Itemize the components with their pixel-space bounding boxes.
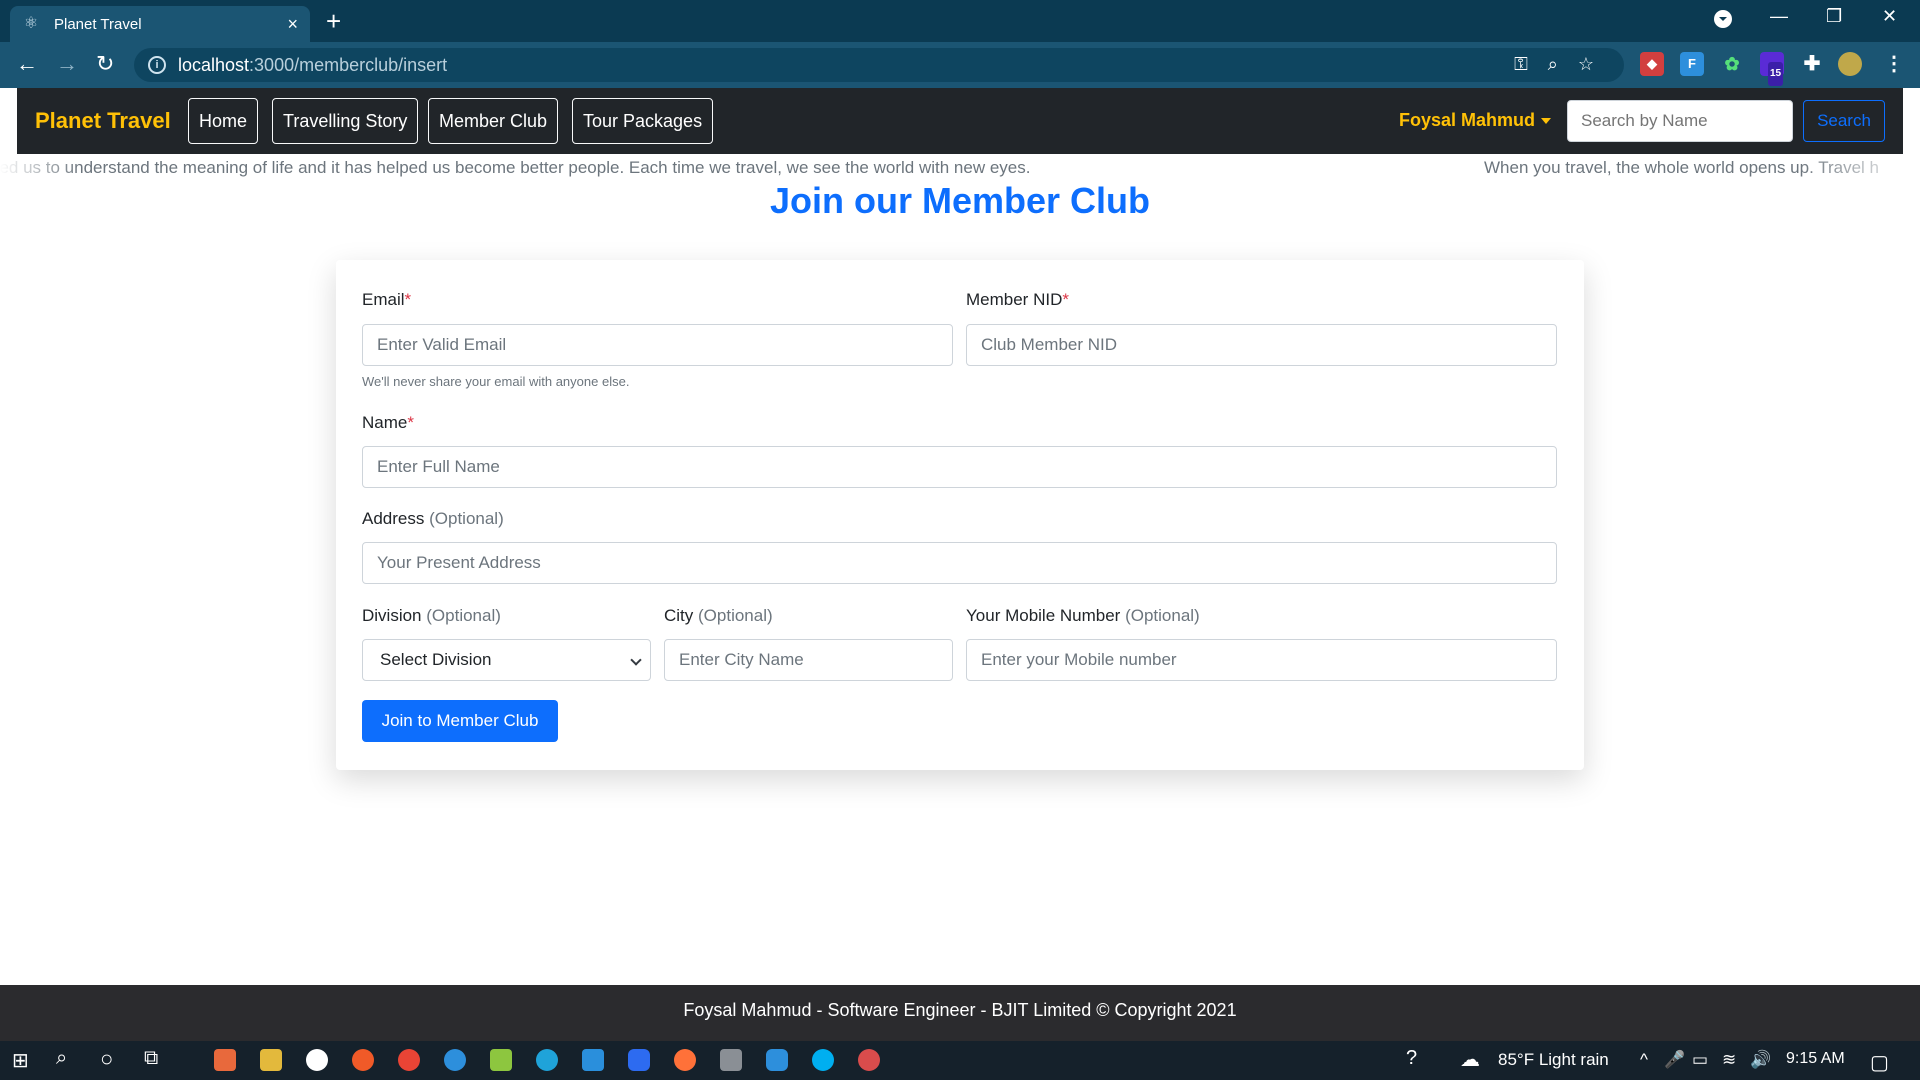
nav-tour-packages[interactable]: Tour Packages xyxy=(572,98,714,144)
url-host: localhost xyxy=(178,54,250,75)
extension-badge: 15 xyxy=(1768,62,1784,86)
member-club-form: Email* We'll never share your email with… xyxy=(336,260,1584,770)
tab-close-icon[interactable]: × xyxy=(287,14,298,35)
division-label: Division (Optional) xyxy=(362,606,501,625)
notifications-icon[interactable]: ▢ xyxy=(1870,1050,1889,1075)
forward-arrow-icon[interactable]: → xyxy=(56,52,78,76)
cortana-icon[interactable]: ○ xyxy=(100,1046,113,1072)
battery-icon[interactable]: ▭ xyxy=(1692,1050,1708,1070)
windows-taskbar: ⊞ ⌕ ○ ⧉ ? ☁ 85°F Light rain ^ 🎤 ▭ ≋ 🔊 9:… xyxy=(0,1041,1920,1080)
vscode-icon[interactable] xyxy=(582,1049,604,1071)
postman-icon[interactable] xyxy=(352,1049,374,1071)
firefox-icon[interactable] xyxy=(674,1049,696,1071)
browser-tab[interactable]: ⚛ Planet Travel × xyxy=(10,6,310,42)
user-dropdown[interactable]: Foysal Mahmud xyxy=(1399,110,1552,131)
nid-field[interactable] xyxy=(966,324,1557,366)
app-icon-2[interactable] xyxy=(858,1049,880,1071)
app-navbar: Planet Travel Home Travelling Story Memb… xyxy=(17,88,1903,154)
address-label: Address (Optional) xyxy=(362,509,504,528)
help-icon[interactable]: ? xyxy=(1406,1047,1417,1070)
marquee-text-left: ped us to understand the meaning of life… xyxy=(0,158,1031,177)
microphone-icon[interactable]: 🎤 xyxy=(1664,1050,1685,1070)
weather-text[interactable]: 85°F Light rain xyxy=(1498,1050,1609,1070)
clock-time[interactable]: 9:15 AM xyxy=(1786,1050,1845,1068)
address-field[interactable] xyxy=(362,542,1557,584)
react-favicon-icon: ⚛ xyxy=(23,15,39,32)
city-field[interactable] xyxy=(664,639,953,681)
user-name: Foysal Mahmud xyxy=(1399,110,1536,130)
caret-down-icon xyxy=(1541,118,1552,125)
footer: Foysal Mahmud - Software Engineer - BJIT… xyxy=(0,985,1920,1041)
app-icon-1[interactable] xyxy=(444,1049,466,1071)
division-select[interactable]: Select Division xyxy=(362,639,651,681)
windows-start-icon[interactable]: ⊞ xyxy=(12,1048,29,1073)
address-bar[interactable]: i localhost:3000/memberclub/insert ⚿ ⌕ ☆ xyxy=(134,48,1624,82)
browser-toolbar: ← → ↻ i localhost:3000/memberclub/insert… xyxy=(0,42,1920,88)
chat-icon[interactable] xyxy=(766,1049,788,1071)
notepad-icon[interactable] xyxy=(490,1049,512,1071)
calculator-icon[interactable] xyxy=(720,1049,742,1071)
extension-badge-icon[interactable]: 15 xyxy=(1760,52,1784,86)
profile-avatar[interactable] xyxy=(1838,52,1862,76)
extension-icon-2[interactable]: F xyxy=(1680,52,1704,76)
email-help-text: We'll never share your email with anyone… xyxy=(362,374,630,389)
volume-icon[interactable]: 🔊 xyxy=(1750,1050,1771,1070)
email-field[interactable] xyxy=(362,324,953,366)
nav-member-club[interactable]: Member Club xyxy=(428,98,559,144)
new-tab-button[interactable]: + xyxy=(326,6,341,36)
search-icon[interactable]: ⌕ xyxy=(56,1047,67,1070)
tab-title: Planet Travel xyxy=(54,15,142,33)
page-title: Join our Member Club xyxy=(769,180,1151,221)
file-explorer-icon[interactable] xyxy=(260,1049,282,1071)
bookmark-star-icon[interactable]: ☆ xyxy=(1578,54,1594,75)
puzzle-extensions-icon[interactable]: ✚ xyxy=(1800,52,1824,76)
back-arrow-icon[interactable]: ← xyxy=(16,52,38,76)
chevron-down-icon xyxy=(630,654,642,666)
email-label: Email* xyxy=(362,290,412,309)
quote-marquee: ped us to understand the meaning of life… xyxy=(0,156,1920,180)
zoom-icon[interactable]: ⌕ xyxy=(1548,54,1558,75)
brand-logo[interactable]: Planet Travel xyxy=(35,108,171,134)
key-icon[interactable]: ⚿ xyxy=(1514,54,1528,75)
window-close-icon[interactable]: ✕ xyxy=(1882,6,1897,27)
join-member-club-button[interactable]: Join to Member Club xyxy=(362,700,558,742)
name-label: Name* xyxy=(362,413,414,432)
url-path: :3000/memberclub/insert xyxy=(249,54,448,75)
nav-home[interactable]: Home xyxy=(188,98,259,144)
division-selected-value: Select Division xyxy=(380,650,492,669)
minimize-icon[interactable]: — xyxy=(1770,6,1788,27)
city-label: City (Optional) xyxy=(664,606,773,625)
chevron-up-icon[interactable]: ^ xyxy=(1640,1050,1648,1070)
nid-label: Member NID* xyxy=(966,290,1069,309)
restore-icon[interactable]: ❐ xyxy=(1826,6,1842,27)
search-button[interactable]: Search xyxy=(1803,100,1885,142)
search-input[interactable] xyxy=(1567,100,1793,142)
site-info-icon[interactable]: i xyxy=(148,56,166,74)
name-field[interactable] xyxy=(362,446,1557,488)
mobile-label: Your Mobile Number (Optional) xyxy=(966,606,1200,625)
color-wheel-icon[interactable]: ✿ xyxy=(1720,52,1744,76)
github-icon[interactable] xyxy=(306,1049,328,1071)
zoom-icon[interactable] xyxy=(628,1049,650,1071)
edge-icon[interactable] xyxy=(536,1049,558,1071)
chrome-icon[interactable] xyxy=(398,1049,420,1071)
footer-copyright: Foysal Mahmud - Software Engineer - BJIT… xyxy=(683,1000,1237,1020)
browser-tab-bar: ⚛ Planet Travel × + — ❐ ✕ xyxy=(0,0,1920,42)
wifi-icon[interactable]: ≋ xyxy=(1722,1050,1736,1070)
mobile-field[interactable] xyxy=(966,639,1557,681)
extension-icon-1[interactable]: ◆ xyxy=(1640,52,1664,76)
profile-menu-icon[interactable] xyxy=(1712,8,1734,35)
skype-icon[interactable] xyxy=(812,1049,834,1071)
xampp-icon[interactable] xyxy=(214,1049,236,1071)
nav-travelling-story[interactable]: Travelling Story xyxy=(272,98,419,144)
cloud-icon: ☁ xyxy=(1460,1049,1480,1071)
reload-icon[interactable]: ↻ xyxy=(96,52,114,76)
task-view-icon[interactable]: ⧉ xyxy=(144,1047,158,1070)
browser-menu-icon[interactable]: ⋮ xyxy=(1882,52,1906,76)
